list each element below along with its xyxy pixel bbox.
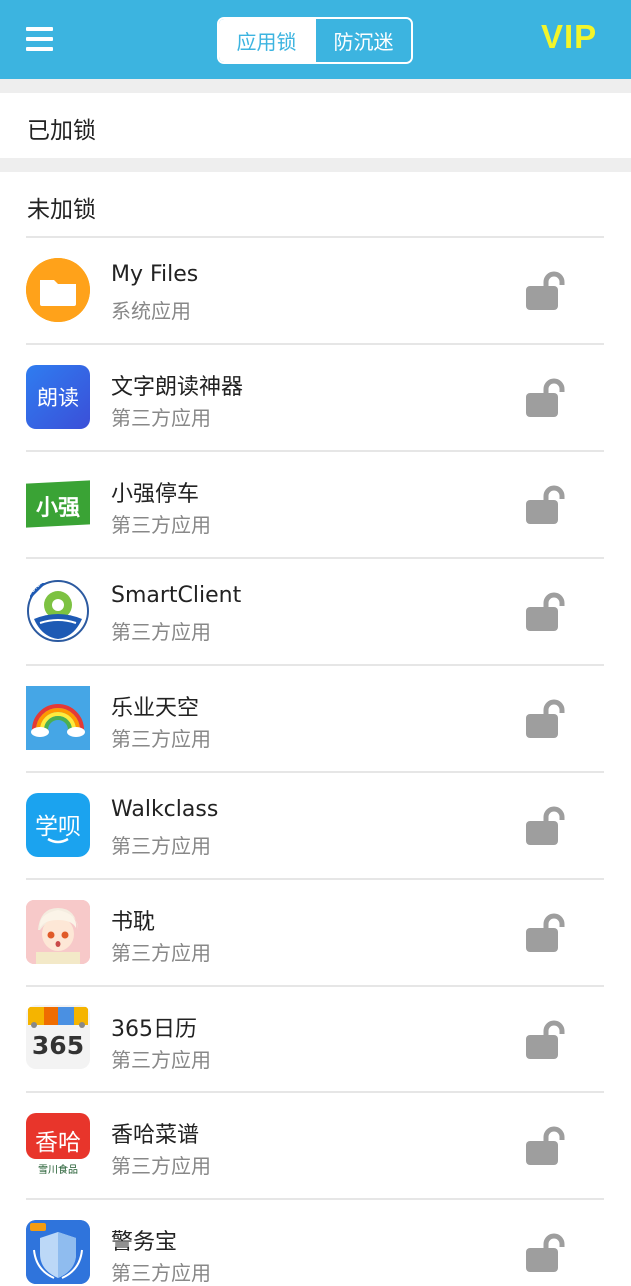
app-type: 第三方应用 <box>111 727 211 751</box>
app-name: 香哈菜谱 <box>111 1123 200 1148</box>
menu-icon[interactable] <box>26 27 53 51</box>
police-shield-icon <box>26 1220 90 1284</box>
app-type: 第三方应用 <box>111 834 211 858</box>
xiangha-icon-text: 香哈 <box>35 1130 81 1156</box>
unlocked-padlock-icon[interactable] <box>524 698 570 740</box>
unlocked-padlock-icon[interactable] <box>524 1232 570 1274</box>
langdu-icon-text: 朗读 <box>37 386 79 410</box>
xiangha-icon: 香哈 雪川食品 <box>26 1113 90 1177</box>
app-type: 第三方应用 <box>111 1154 211 1178</box>
unlocked-padlock-icon[interactable] <box>524 484 570 526</box>
app-type: 系统应用 <box>111 299 191 323</box>
locked-section-title: 已加锁 <box>27 118 96 144</box>
anime-face-icon <box>26 900 90 964</box>
calendar-365-icon-text: 365 <box>31 1031 85 1060</box>
locked-section-header: 已加锁 <box>0 93 631 158</box>
app-name: Walkclass <box>111 797 219 822</box>
app-name: SmartClient <box>111 583 242 608</box>
unlocked-padlock-icon[interactable] <box>524 1019 570 1061</box>
xiaoqiang-icon-text: 小强 <box>35 496 80 521</box>
rainbow-icon <box>26 686 90 750</box>
xiaoqiang-icon: 小强 <box>26 472 90 536</box>
app-type: 第三方应用 <box>111 406 211 430</box>
mode-segmented-control: 应用锁 防沉迷 <box>217 17 413 64</box>
app-type: 第三方应用 <box>111 513 211 537</box>
app-row-walkclass[interactable]: 学呗 Walkclass 第三方应用 <box>0 773 631 880</box>
app-row-xiangha[interactable]: 香哈 雪川食品 香哈菜谱 第三方应用 <box>0 1093 631 1200</box>
solar-icon: Solar <box>26 579 90 643</box>
app-row-shudan[interactable]: 书耽 第三方应用 <box>0 880 631 987</box>
vip-button[interactable]: VIP <box>541 18 597 56</box>
tab-app-lock[interactable]: 应用锁 <box>219 19 314 62</box>
app-name: 365日历 <box>111 1017 197 1042</box>
xiangha-icon-subtext: 雪川食品 <box>38 1165 78 1176</box>
tab-anti-addiction[interactable]: 防沉迷 <box>314 19 411 62</box>
app-name: My Files <box>111 262 199 287</box>
app-row-jingwubao[interactable]: 警务宝 第三方应用 <box>0 1200 631 1285</box>
calendar-365-icon: 365 <box>26 1005 90 1069</box>
app-type: 第三方应用 <box>111 941 211 965</box>
top-app-bar: 应用锁 防沉迷 VIP <box>0 0 631 79</box>
unlocked-padlock-icon[interactable] <box>524 591 570 633</box>
app-type: 第三方应用 <box>111 1261 211 1285</box>
unlocked-padlock-icon[interactable] <box>524 270 570 312</box>
app-name: 书耽 <box>111 910 156 935</box>
app-row-smartclient[interactable]: Solar SmartClient 第三方应用 <box>0 559 631 666</box>
app-name: 乐业天空 <box>111 696 200 721</box>
unlocked-padlock-icon[interactable] <box>524 1125 570 1167</box>
app-name: 警务宝 <box>111 1230 178 1255</box>
app-row-langdu[interactable]: 朗读 文字朗读神器 第三方应用 <box>0 345 631 452</box>
unlocked-padlock-icon[interactable] <box>524 805 570 847</box>
app-type: 第三方应用 <box>111 620 211 644</box>
app-name: 文字朗读神器 <box>111 375 244 400</box>
app-row-365-calendar[interactable]: 365 365日历 第三方应用 <box>0 987 631 1094</box>
unlocked-section-header: 未加锁 <box>0 172 631 237</box>
unlocked-padlock-icon[interactable] <box>524 377 570 419</box>
app-type: 第三方应用 <box>111 1048 211 1072</box>
app-row-xiaoqiang[interactable]: 小强 小强停车 第三方应用 <box>0 452 631 559</box>
app-name: 小强停车 <box>111 482 200 507</box>
unlocked-section-title: 未加锁 <box>27 197 96 223</box>
section-gap <box>0 79 631 93</box>
unlocked-padlock-icon[interactable] <box>524 912 570 954</box>
langdu-icon: 朗读 <box>26 365 90 429</box>
app-row-leyetiankong[interactable]: 乐业天空 第三方应用 <box>0 666 631 773</box>
section-gap <box>0 158 631 172</box>
xuebei-icon: 学呗 <box>26 793 90 857</box>
folder-icon <box>26 258 90 322</box>
app-row-my-files[interactable]: My Files 系统应用 <box>0 238 631 345</box>
